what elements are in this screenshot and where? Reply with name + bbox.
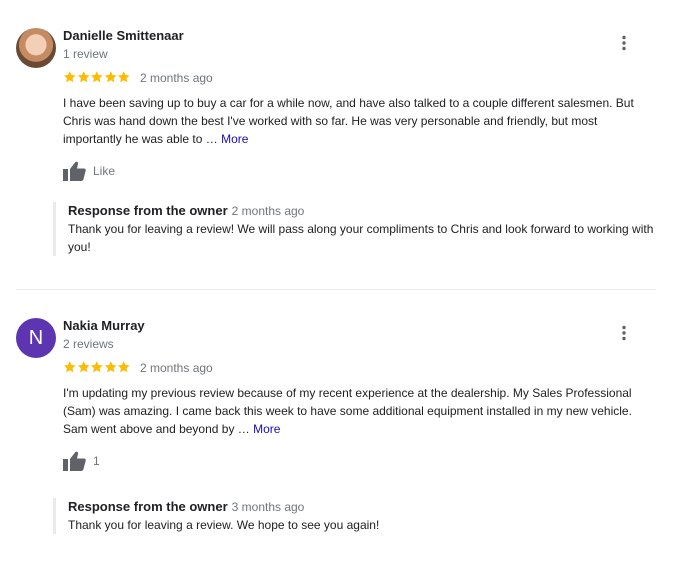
like-button[interactable]: 1 bbox=[63, 451, 100, 471]
star-icon bbox=[104, 361, 117, 373]
thumb-up-icon bbox=[63, 451, 86, 471]
review-card: Danielle Smittenaar 1 review 2 months ag… bbox=[16, 28, 656, 268]
star-icon bbox=[77, 361, 90, 373]
reviewer-avatar[interactable]: N bbox=[16, 318, 56, 358]
star-icon bbox=[90, 71, 103, 83]
more-vert-icon[interactable] bbox=[616, 35, 632, 51]
review-text-content: I'm updating my previous review because … bbox=[63, 386, 632, 436]
like-button[interactable]: Like bbox=[63, 161, 115, 181]
review-date: 2 months ago bbox=[140, 361, 213, 375]
like-label: Like bbox=[93, 164, 116, 178]
owner-response-title: Response from the owner bbox=[68, 203, 228, 218]
review-text-content: I have been saving up to buy a car for a… bbox=[63, 96, 634, 146]
thumb-up-icon bbox=[63, 161, 86, 181]
owner-response-text: Thank you for leaving a review! We will … bbox=[68, 222, 654, 254]
review-text: I'm updating my previous review because … bbox=[63, 384, 659, 438]
owner-response: Response from the owner 3 months ago Than… bbox=[53, 498, 668, 534]
like-count: 1 bbox=[93, 454, 100, 468]
star-rating bbox=[63, 360, 131, 376]
star-icon bbox=[117, 71, 130, 83]
star-icon bbox=[63, 71, 76, 83]
star-rating bbox=[63, 70, 131, 86]
review-divider bbox=[16, 289, 656, 290]
star-icon bbox=[117, 361, 130, 373]
owner-response-text: Thank you for leaving a review. We hope … bbox=[68, 518, 380, 532]
owner-response: Response from the owner 2 months ago Than… bbox=[53, 202, 668, 256]
star-icon bbox=[90, 361, 103, 373]
more-vert-icon[interactable] bbox=[616, 325, 632, 341]
star-icon bbox=[77, 71, 90, 83]
owner-response-date: 3 months ago bbox=[231, 500, 305, 514]
owner-response-title: Response from the owner bbox=[68, 499, 228, 514]
star-icon bbox=[63, 361, 76, 373]
reviewer-name[interactable]: Danielle Smittenaar bbox=[63, 28, 184, 44]
review-text: I have been saving up to buy a car for a… bbox=[63, 94, 659, 148]
more-link[interactable]: More bbox=[221, 132, 248, 146]
reviews-page: Danielle Smittenaar 1 review 2 months ag… bbox=[0, 0, 673, 572]
reviewer-avatar[interactable] bbox=[16, 28, 56, 68]
star-icon bbox=[104, 71, 117, 83]
owner-response-header: Response from the owner 2 months ago bbox=[68, 202, 668, 220]
more-link[interactable]: More bbox=[253, 422, 280, 436]
reviewer-review-count: 1 review bbox=[63, 47, 108, 61]
review-date: 2 months ago bbox=[140, 71, 213, 85]
owner-response-header: Response from the owner 3 months ago bbox=[68, 498, 668, 516]
review-card: N Nakia Murray 2 reviews 2 months ago I'… bbox=[16, 318, 656, 540]
reviewer-name[interactable]: Nakia Murray bbox=[63, 318, 145, 334]
owner-response-date: 2 months ago bbox=[231, 204, 305, 218]
reviewer-review-count: 2 reviews bbox=[63, 337, 114, 351]
